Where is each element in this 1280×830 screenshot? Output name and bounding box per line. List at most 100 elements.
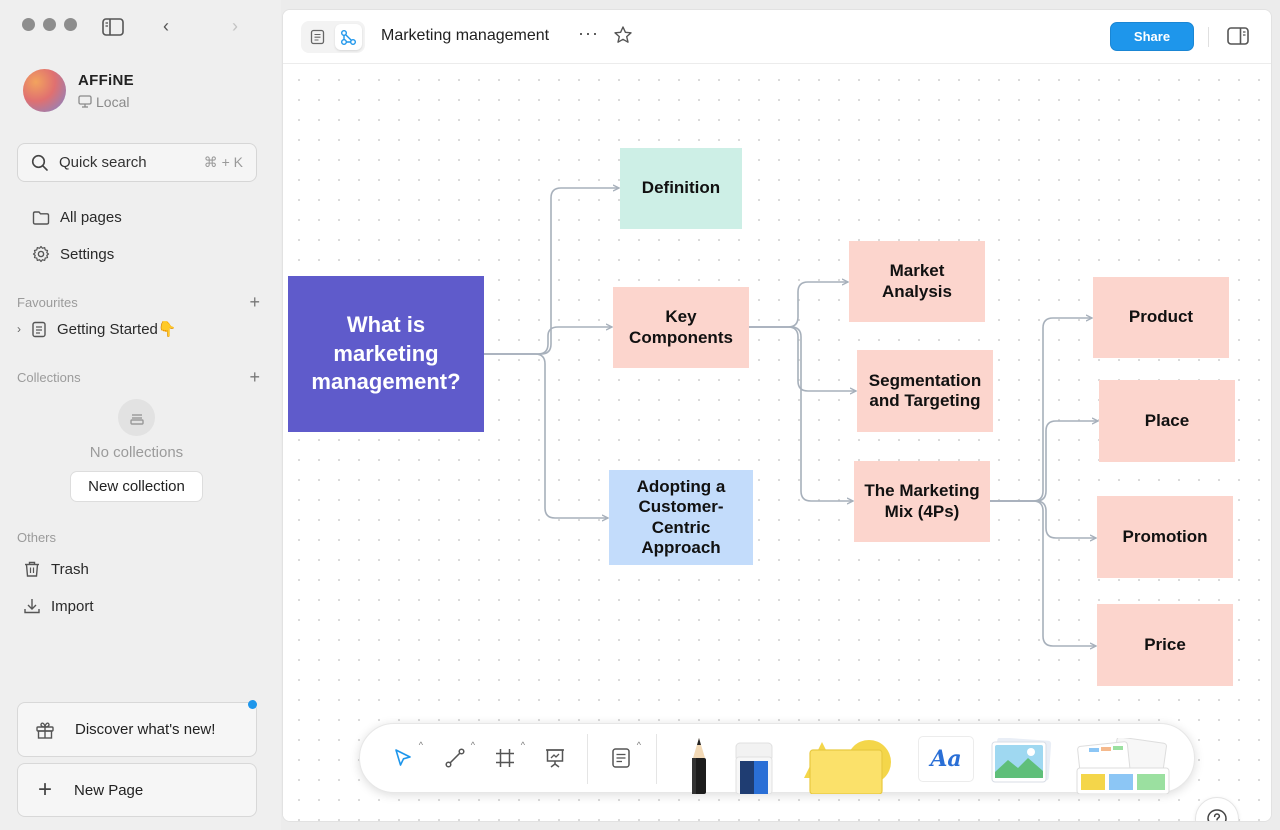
plus-icon: + (38, 776, 53, 803)
favourites-section-header: Favourites + (17, 292, 260, 313)
page-icon (32, 321, 46, 337)
sidebar-item-label: Getting Started👇 (57, 321, 177, 338)
pen-icon (692, 738, 706, 794)
template-tool-button[interactable] (1075, 736, 1171, 799)
help-icon[interactable] (1195, 797, 1239, 821)
right-sidebar-toggle-icon[interactable] (1227, 27, 1249, 50)
select-tool-button[interactable]: ^ (390, 740, 423, 771)
new-page-label: New Page (74, 781, 144, 799)
edgeless-toolbar: ^ ^ ^ ^ Aa (359, 723, 1195, 795)
collection-empty-icon (118, 399, 155, 436)
sidebar-item-label: Settings (60, 245, 115, 263)
edgeless-mode-button[interactable] (335, 24, 362, 50)
edgeless-canvas[interactable]: What is marketing management? Definition… (283, 64, 1271, 821)
workspace-storage: Local (78, 94, 134, 110)
document-title[interactable]: Marketing management (381, 27, 549, 45)
image-tool-button[interactable] (990, 737, 1052, 789)
search-icon (31, 154, 48, 171)
mindmap-node-place[interactable]: Place (1099, 380, 1235, 462)
notification-dot (248, 700, 257, 709)
sidebar-toggle-icon[interactable] (102, 18, 124, 36)
mindmap-node-customer-centric[interactable]: Adopting a Customer-Centric Approach (609, 470, 753, 565)
mode-switcher (301, 21, 365, 53)
mindmap-node-key-components[interactable]: Key Components (613, 287, 749, 368)
sidebar: ‹ › AFFiNE Local Quick search ⌘ + K All … (0, 0, 281, 830)
page-mode-button[interactable] (304, 24, 331, 50)
new-collection-button[interactable]: New collection (70, 471, 203, 502)
workspace-avatar (23, 69, 66, 112)
text-tool-button[interactable]: Aa (918, 736, 974, 782)
connector-key-components-market-analysis (749, 282, 848, 328)
connector-icon (445, 748, 465, 768)
sidebar-item-getting-started[interactable]: › Getting Started👇 (17, 320, 177, 338)
add-collection-icon[interactable]: + (249, 367, 260, 388)
quick-search-button[interactable]: Quick search ⌘ + K (17, 143, 257, 182)
note-icon (612, 748, 630, 768)
connector-marketing-mix-promotion (990, 500, 1096, 538)
frame-tool-button[interactable]: ^ (492, 740, 525, 771)
favourites-title: Favourites (17, 295, 78, 310)
sidebar-item-import[interactable]: Import (23, 597, 94, 615)
eraser-tool-button[interactable] (734, 741, 774, 799)
chevron-up-icon[interactable]: ^ (521, 740, 525, 750)
connector-marketing-mix-place (990, 421, 1098, 502)
favorite-star-icon[interactable] (613, 25, 633, 50)
editor-header: Marketing management ··· Share (283, 10, 1271, 64)
gift-icon (36, 721, 54, 739)
image-icon (991, 737, 1052, 783)
chevron-up-icon[interactable]: ^ (637, 740, 641, 750)
pen-tool-button[interactable] (686, 736, 712, 799)
back-arrow-icon[interactable]: ‹ (163, 16, 169, 37)
collections-section-header: Collections + (17, 367, 260, 388)
connector-marketing-mix-product (990, 318, 1092, 502)
chevron-up-icon[interactable]: ^ (419, 740, 423, 750)
mindmap-node-market-analysis[interactable]: Market Analysis (849, 241, 985, 322)
add-favourite-icon[interactable]: + (249, 292, 260, 313)
connector-key-components-segmentation (749, 326, 856, 391)
sidebar-item-trash[interactable]: Trash (23, 560, 89, 578)
more-options-icon[interactable]: ··· (578, 23, 599, 44)
note-tool-button[interactable]: ^ (608, 740, 641, 771)
mindmap-node-product[interactable]: Product (1093, 277, 1229, 358)
no-collections-text: No collections (89, 444, 184, 461)
sidebar-item-label: Trash (51, 560, 89, 578)
sidebar-item-label: All pages (60, 209, 122, 226)
shape-tool-button[interactable] (800, 738, 892, 799)
mindmap-node-definition[interactable]: Definition (620, 148, 742, 229)
mindmap-node-price[interactable]: Price (1097, 604, 1233, 686)
sidebar-item-all-pages[interactable]: All pages (32, 209, 122, 226)
frame-icon (496, 749, 514, 767)
discover-whats-new-button[interactable]: Discover what's new! (17, 700, 257, 757)
toolbar-divider (587, 734, 588, 784)
quick-search-shortcut: ⌘ + K (203, 154, 243, 170)
others-section-header: Others (17, 530, 260, 545)
gear-icon (32, 245, 50, 263)
template-icon (1076, 736, 1170, 795)
window-controls (22, 18, 77, 31)
chevron-up-icon[interactable]: ^ (471, 740, 475, 750)
folder-icon (32, 210, 50, 225)
mindmap-node-segmentation[interactable]: Segmentation and Targeting (857, 350, 993, 432)
connector-root-customer-centric (484, 353, 608, 518)
share-button[interactable]: Share (1110, 22, 1194, 51)
presentation-tool-button[interactable] (542, 745, 568, 771)
chevron-right-icon[interactable]: › (17, 322, 21, 336)
quick-search-label: Quick search (59, 154, 147, 171)
forward-arrow-icon[interactable]: › (232, 16, 238, 37)
close-window-button[interactable] (22, 18, 35, 31)
mindmap-node-root[interactable]: What is marketing management? (288, 276, 484, 432)
mindmap-node-marketing-mix[interactable]: The Marketing Mix (4Ps) (854, 461, 990, 542)
new-page-button[interactable]: + New Page (17, 763, 257, 817)
mindmap-node-promotion[interactable]: Promotion (1097, 496, 1233, 578)
maximize-window-button[interactable] (64, 18, 77, 31)
presentation-icon (546, 749, 564, 768)
page-icon (310, 29, 325, 45)
minimize-window-button[interactable] (43, 18, 56, 31)
sidebar-item-label: Import (51, 597, 94, 615)
workspace-card[interactable]: AFFiNE Local (23, 69, 134, 112)
connector-tool-button[interactable]: ^ (442, 740, 475, 771)
sidebar-item-settings[interactable]: Settings (32, 245, 114, 263)
editor-area: Marketing management ··· Share What is m… (282, 9, 1272, 822)
edgeless-icon (341, 29, 356, 45)
connector-root-key-components (484, 327, 612, 355)
